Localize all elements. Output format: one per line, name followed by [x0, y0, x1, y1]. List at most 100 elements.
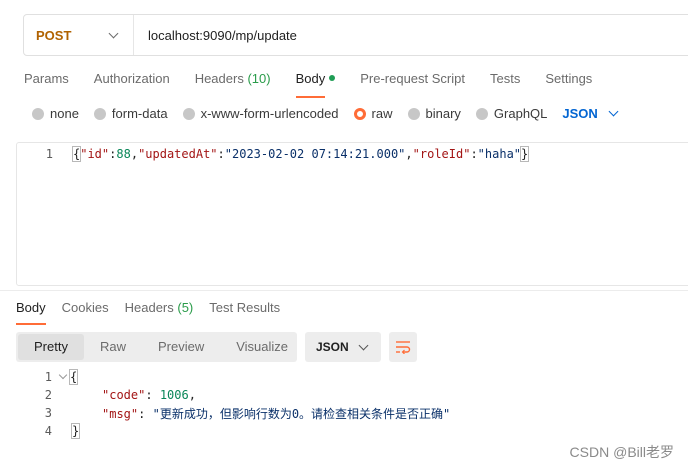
response-tabs: Body Cookies Headers (5) Test Results: [16, 299, 296, 325]
line-number: 1: [44, 370, 52, 384]
editor-line: 1 {"id":88,"updatedAt":"2023-02-02 07:14…: [17, 144, 530, 164]
tab-label: Cookies: [61, 300, 109, 315]
brace: }: [70, 423, 81, 439]
resp-tab-body[interactable]: Body: [16, 299, 46, 325]
body-type-label: binary: [425, 106, 461, 121]
chevron-down-icon: [358, 340, 369, 350]
view-raw[interactable]: Raw: [84, 334, 142, 360]
comma: ,: [130, 147, 139, 161]
wrap-lines-icon: [396, 341, 411, 354]
radio-icon: [182, 107, 195, 120]
comma: ,: [188, 388, 196, 402]
watermark: CSDN @Bill老罗: [569, 444, 674, 460]
request-bar: POST localhost:9090/mp/update: [23, 14, 688, 56]
json-string: "更新成功，但影响行数为0。请检查相关条件是否正确": [152, 406, 451, 421]
editor-line: 4 }: [16, 421, 81, 441]
json-key: "updatedAt": [138, 147, 218, 161]
json-string: "haha": [477, 147, 522, 161]
url-input[interactable]: localhost:9090/mp/update: [134, 28, 297, 43]
chevron-down-icon: [608, 106, 619, 117]
editor-line: 3 "msg": "更新成功，但影响行数为0。请检查相关条件是否正确": [16, 403, 451, 423]
json-key: "msg": [102, 406, 139, 421]
code-text: "code": 1006,: [102, 388, 196, 402]
tab-headers[interactable]: Headers (10): [195, 70, 271, 90]
modified-dot-icon: [329, 75, 336, 82]
view-visualize[interactable]: Visualize: [220, 334, 304, 360]
response-format-dropdown[interactable]: JSON: [305, 332, 381, 362]
wrap-lines-button[interactable]: [389, 332, 417, 362]
radio-icon: [93, 107, 106, 120]
response-format-label: JSON: [316, 340, 349, 354]
tab-label: Headers: [194, 71, 244, 86]
tab-count: (5): [177, 300, 194, 315]
tab-label: Params: [24, 71, 69, 86]
view-preview[interactable]: Preview: [142, 334, 220, 360]
body-type-urlencoded[interactable]: x-www-form-urlencoded: [182, 106, 339, 121]
json-number: 1006: [159, 388, 189, 402]
request-tabs: Params Authorization Headers (10) Body P…: [24, 70, 617, 98]
body-type-label: none: [50, 106, 79, 121]
response-body-viewer: 1 { 2 "code": 1006, 3 "msg": "更新成功，但影响行数…: [16, 367, 688, 447]
code-text: {"id":88,"updatedAt":"2023-02-02 07:14:2…: [71, 146, 530, 162]
body-type-selector: none form-data x-www-form-urlencoded raw…: [32, 106, 619, 121]
line-number: 3: [44, 406, 52, 420]
colon: :: [470, 147, 478, 161]
json-key: "roleId": [412, 147, 471, 161]
tab-label: Headers: [124, 300, 174, 315]
radio-icon: [32, 107, 44, 120]
colon: :: [145, 388, 153, 402]
tab-label: Tests: [489, 71, 521, 86]
radio-icon: [475, 107, 488, 120]
body-type-label: x-www-form-urlencoded: [200, 106, 339, 121]
colon: :: [138, 406, 146, 421]
radio-icon: [407, 107, 420, 120]
body-type-form-data[interactable]: form-data: [93, 106, 168, 121]
brace: {: [68, 369, 79, 385]
body-type-raw[interactable]: raw: [353, 106, 393, 121]
view-pretty[interactable]: Pretty: [18, 334, 84, 360]
tab-label: Body: [16, 300, 46, 315]
tab-count: (10): [247, 71, 271, 86]
colon: :: [217, 147, 225, 161]
tab-label: Pre-request Script: [360, 71, 465, 86]
tab-body[interactable]: Body: [295, 70, 336, 98]
json-number: 88: [116, 147, 131, 161]
line-number: 4: [44, 424, 52, 438]
body-type-graphql[interactable]: GraphQL: [475, 106, 548, 121]
chevron-down-icon: [108, 28, 119, 38]
resp-tab-cookies[interactable]: Cookies: [62, 299, 109, 319]
radio-selected-icon: [353, 107, 366, 120]
panel-divider[interactable]: [0, 290, 688, 291]
editor-line: 1 {: [16, 367, 79, 387]
fold-chevron-icon[interactable]: [58, 370, 68, 380]
body-type-binary[interactable]: binary: [407, 106, 461, 121]
tab-label: Settings: [545, 71, 593, 86]
tab-authorization[interactable]: Authorization: [94, 70, 170, 90]
tab-settings[interactable]: Settings: [545, 70, 592, 90]
view-mode-selector: Pretty Raw Preview Visualize: [16, 332, 297, 362]
body-type-none[interactable]: none: [32, 106, 79, 121]
body-format-dropdown[interactable]: JSON: [562, 106, 619, 121]
method-dropdown[interactable]: POST: [24, 15, 134, 55]
resp-tab-test-results[interactable]: Test Results: [209, 299, 280, 319]
code-text: "msg": "更新成功，但影响行数为0。请检查相关条件是否正确": [102, 405, 450, 422]
tab-label: Body: [295, 71, 326, 86]
json-key: "id": [80, 147, 110, 161]
resp-tab-headers[interactable]: Headers (5): [125, 299, 194, 319]
tab-label: Test Results: [209, 300, 281, 315]
body-type-label: form-data: [111, 106, 168, 121]
json-key: "code": [102, 388, 146, 402]
editor-line: 2 "code": 1006,: [16, 385, 196, 405]
brace: }: [519, 146, 530, 162]
line-number: 1: [45, 147, 53, 161]
tab-pre-request-script[interactable]: Pre-request Script: [360, 70, 465, 90]
body-type-label: GraphQL: [493, 106, 548, 121]
comma: ,: [405, 147, 413, 161]
json-string: "2023-02-02 07:14:21.000": [224, 147, 406, 161]
body-type-label: raw: [371, 106, 393, 121]
request-body-editor[interactable]: 1 {"id":88,"updatedAt":"2023-02-02 07:14…: [16, 142, 688, 286]
line-number: 2: [44, 388, 52, 402]
tab-params[interactable]: Params: [24, 70, 69, 90]
tab-label: Authorization: [93, 71, 170, 86]
tab-tests[interactable]: Tests: [490, 70, 520, 90]
